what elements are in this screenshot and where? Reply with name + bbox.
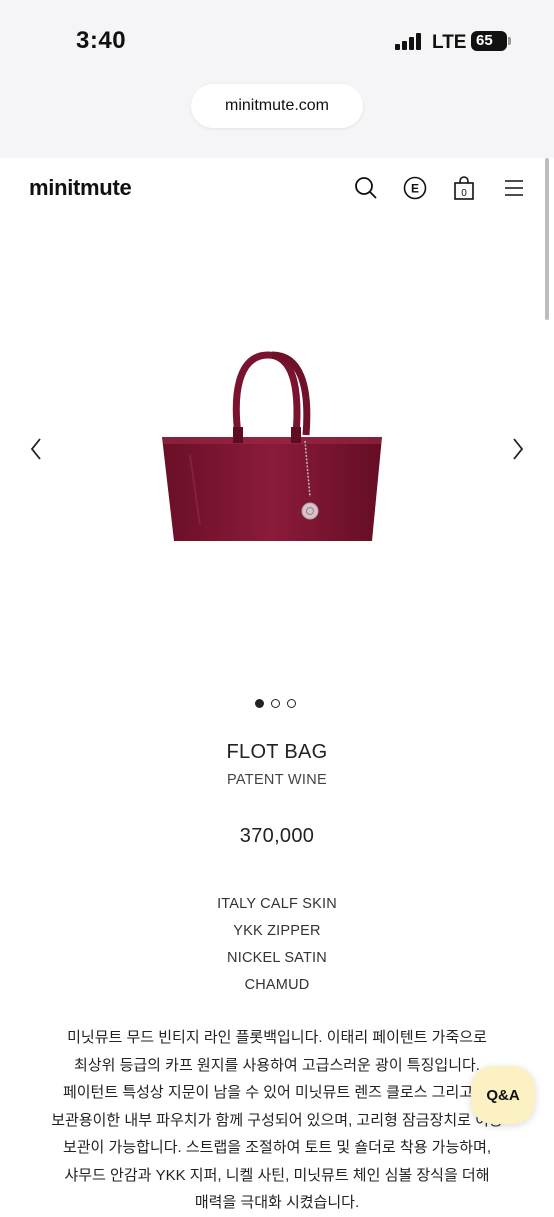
battery-cap (508, 37, 511, 45)
product-spec: NICKEL SATIN (227, 950, 327, 966)
next-arrow-icon[interactable] (506, 434, 530, 464)
product-description: 미닛뮤트 무드 빈티지 라인 플롯백입니다. 이태리 페이텐트 가죽으로 최상위… (51, 1029, 503, 1211)
product-name: FLOT BAG (226, 741, 328, 763)
gallery-dot[interactable] (255, 699, 264, 708)
product-price: 370,000 (239, 825, 315, 847)
site-logo[interactable]: minitmute (29, 175, 132, 201)
product-color: PATENT WINE (227, 772, 327, 788)
gallery-dot[interactable] (287, 699, 296, 708)
status-bar: 3:40 LTE 65 (0, 0, 554, 84)
menu-icon[interactable] (501, 175, 527, 201)
battery-icon: 65 (471, 31, 507, 51)
site-header: minitmute E 0 (0, 158, 554, 218)
browser-address-area: minitmute.com (0, 84, 554, 158)
product-spec: ITALY CALF SKIN (217, 896, 337, 912)
qa-button[interactable]: Q&A (471, 1066, 535, 1124)
e-points-icon[interactable]: E (402, 175, 428, 201)
product-spec: YKK ZIPPER (233, 923, 321, 939)
gallery-dot[interactable] (271, 699, 280, 708)
signal-icon (395, 33, 423, 50)
url-bar[interactable]: minitmute.com (191, 84, 363, 128)
product-image[interactable] (150, 345, 400, 555)
network-label: LTE (432, 32, 467, 53)
prev-arrow-icon[interactable] (24, 434, 48, 464)
page-scrollbar[interactable] (545, 158, 549, 320)
svg-text:E: E (411, 182, 419, 196)
gallery-pagination (255, 699, 296, 709)
cart-count: 0 (461, 188, 467, 199)
search-icon[interactable] (353, 175, 379, 201)
cart-icon[interactable]: 0 (451, 175, 477, 201)
product-spec: CHAMUD (244, 977, 310, 993)
status-time: 3:40 (76, 27, 127, 54)
